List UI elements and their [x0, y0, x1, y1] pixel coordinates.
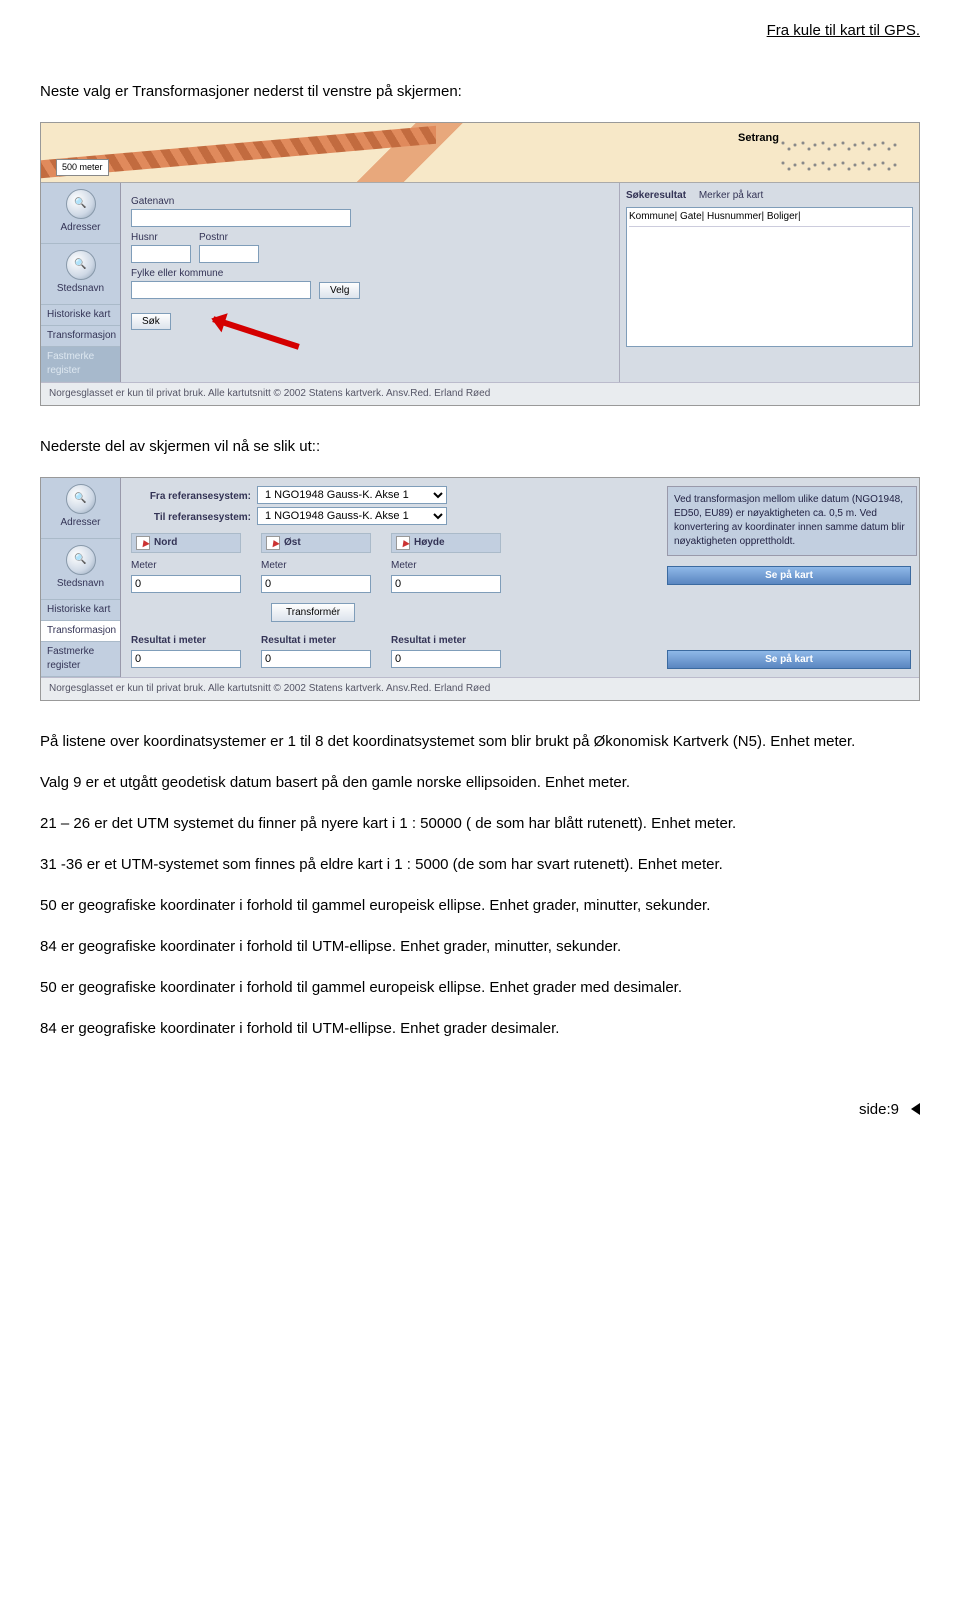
- label-gatenavn: Gatenavn: [131, 195, 609, 209]
- result-nord[interactable]: [131, 650, 241, 668]
- para-lead: På listene over koordinatsystemer er 1 t…: [40, 731, 920, 752]
- screenshot-transform: 🔍 Adresser 🔍 Stedsnavn Historiske kart T…: [40, 477, 920, 701]
- sidebar-fastmerke[interactable]: Fastmerke register: [41, 347, 120, 382]
- para-50a: 50 er geografiske koordinater i forhold …: [40, 895, 920, 916]
- sidebar-stedsnavn[interactable]: 🔍 Stedsnavn: [41, 539, 120, 600]
- sidebar-historiske[interactable]: Historiske kart: [41, 600, 120, 621]
- info-text: Ved transformasjon mellom ulike datum (N…: [667, 486, 917, 556]
- hoyde-header: Høyde: [391, 533, 501, 553]
- magnifier-icon: 🔍: [66, 189, 96, 219]
- label-fylke: Fylke eller kommune: [131, 267, 609, 281]
- magnifier-icon: 🔍: [66, 484, 96, 514]
- intro-text-2: Nederste del av skjermen vil nå se slik …: [40, 436, 920, 457]
- screenshot-address-search: Setrang 500 meter 🔍 Adresser 🔍 Stedsnavn…: [40, 122, 920, 406]
- label-result: Resultat i meter: [261, 634, 371, 648]
- label-result: Resultat i meter: [391, 634, 501, 648]
- para-84a: 84 er geografiske koordinater i forhold …: [40, 936, 920, 957]
- label-meter: Meter: [261, 559, 371, 573]
- gatenavn-input[interactable]: [131, 209, 351, 227]
- fylke-input[interactable]: [131, 281, 311, 299]
- sok-button[interactable]: Søk: [131, 313, 171, 330]
- sidebar-historiske[interactable]: Historiske kart: [41, 305, 120, 326]
- tab-sokeresultat[interactable]: Søkeresultat: [626, 190, 686, 201]
- sidebar: 🔍 Adresser 🔍 Stedsnavn Historiske kart T…: [41, 478, 121, 677]
- results-pane: Søkeresultat Merker på kart Kommune| Gat…: [619, 183, 919, 382]
- annotation-arrow: [212, 316, 299, 350]
- result-ost[interactable]: [261, 650, 371, 668]
- arrow-icon: [136, 536, 150, 550]
- sidebar-fastmerke[interactable]: Fastmerke register: [41, 642, 120, 677]
- sidebar-stedsnavn[interactable]: 🔍 Stedsnavn: [41, 244, 120, 305]
- page-header-link: Fra kule til kart til GPS.: [40, 20, 920, 41]
- magnifier-icon: 🔍: [66, 545, 96, 575]
- nord-header: Nord: [131, 533, 241, 553]
- para-84b: 84 er geografiske koordinater i forhold …: [40, 1018, 920, 1039]
- map-scale: 500 meter: [56, 159, 109, 176]
- se-pa-kart-button-bottom[interactable]: Se på kart: [667, 650, 911, 669]
- para-9: Valg 9 er et utgått geodetisk datum base…: [40, 772, 920, 793]
- map-preview: Setrang 500 meter: [41, 123, 919, 183]
- transform-form: Fra referansesystem: 1 NGO1948 Gauss-K. …: [121, 478, 659, 677]
- arrow-icon: [266, 536, 280, 550]
- screenshot-footer: Norgesglasset er kun til privat bruk. Al…: [41, 382, 919, 405]
- velg-button[interactable]: Velg: [319, 282, 360, 299]
- result-hoyde[interactable]: [391, 650, 501, 668]
- ost-header: Øst: [261, 533, 371, 553]
- sidebar-transformasjon[interactable]: Transformasjon: [41, 621, 120, 642]
- hoyde-input[interactable]: [391, 575, 501, 593]
- se-pa-kart-button-top[interactable]: Se på kart: [667, 566, 911, 585]
- sidebar-transformasjon[interactable]: Transformasjon: [41, 326, 120, 347]
- transform-button[interactable]: Transformér: [271, 603, 355, 622]
- screenshot-footer: Norgesglasset er kun til privat bruk. Al…: [41, 677, 919, 700]
- to-ref-select[interactable]: 1 NGO1948 Gauss-K. Akse 1: [257, 507, 447, 525]
- para-50b: 50 er geografiske koordinater i forhold …: [40, 977, 920, 998]
- label-from-ref: Fra referansesystem:: [131, 490, 251, 504]
- magnifier-icon: 🔍: [66, 250, 96, 280]
- from-ref-select[interactable]: 1 NGO1948 Gauss-K. Akse 1: [257, 486, 447, 504]
- search-form: Gatenavn Husnr Postnr Fylke eller kommun…: [121, 183, 619, 382]
- map-place-label: Setrang: [738, 131, 779, 146]
- para-31: 31 -36 er et UTM-systemet som finnes på …: [40, 854, 920, 875]
- ost-input[interactable]: [261, 575, 371, 593]
- triangle-left-icon: [905, 1103, 920, 1115]
- label-meter: Meter: [131, 559, 241, 573]
- arrow-icon: [396, 536, 410, 550]
- label-to-ref: Til referansesystem:: [131, 511, 251, 525]
- para-21: 21 – 26 er det UTM systemet du finner på…: [40, 813, 920, 834]
- tab-merker[interactable]: Merker på kart: [699, 190, 763, 201]
- label-postnr: Postnr: [199, 231, 259, 245]
- sidebar-adresser[interactable]: 🔍 Adresser: [41, 478, 120, 539]
- sidebar-adresser[interactable]: 🔍 Adresser: [41, 183, 120, 244]
- label-result: Resultat i meter: [131, 634, 241, 648]
- right-column: Ved transformasjon mellom ulike datum (N…: [659, 478, 919, 677]
- label-husnr: Husnr: [131, 231, 191, 245]
- result-columns: Kommune| Gate| Husnummer| Boliger|: [629, 210, 910, 227]
- husnr-input[interactable]: [131, 245, 191, 263]
- nord-input[interactable]: [131, 575, 241, 593]
- sidebar: 🔍 Adresser 🔍 Stedsnavn Historiske kart T…: [41, 183, 121, 382]
- page-number: side:9: [40, 1099, 920, 1120]
- intro-text-1: Neste valg er Transformasjoner nederst t…: [40, 81, 920, 102]
- result-list[interactable]: Kommune| Gate| Husnummer| Boliger|: [626, 207, 913, 347]
- postnr-input[interactable]: [199, 245, 259, 263]
- label-meter: Meter: [391, 559, 501, 573]
